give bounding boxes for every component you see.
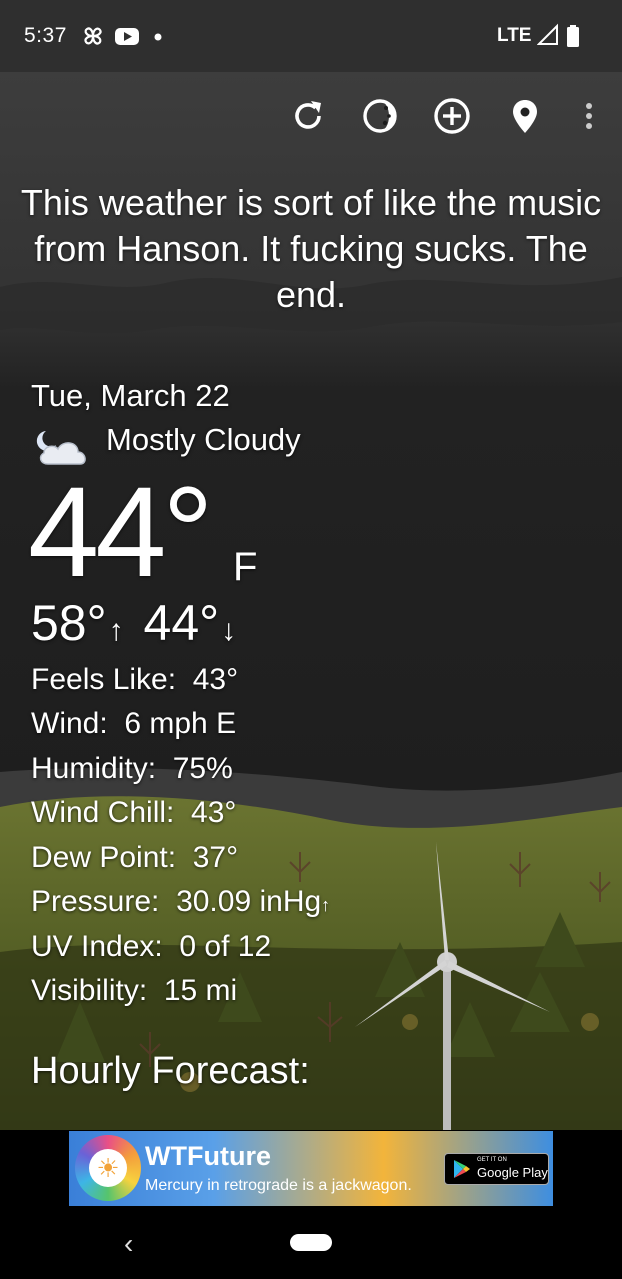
notification-dot-icon xyxy=(154,33,162,41)
back-button[interactable]: ‹ xyxy=(124,1228,133,1260)
ad-banner[interactable]: ☀ WTFuture Mercury in retrograde is a ja… xyxy=(69,1131,553,1206)
down-arrow-icon: ↓ xyxy=(221,614,237,647)
store-badge-small: GET IT ON xyxy=(477,1157,507,1163)
refresh-button[interactable] xyxy=(286,94,330,138)
status-bar: 5:37 LTE xyxy=(0,0,622,72)
home-pill-button[interactable] xyxy=(290,1234,332,1251)
pinwheel-icon xyxy=(84,27,102,45)
ad-app-logo: ☀ xyxy=(75,1135,141,1201)
location-button[interactable] xyxy=(503,94,547,138)
detail-wind-chill: Wind Chill: 43° xyxy=(31,796,237,829)
detail-pressure: Pressure: 30.09 inHg↑ xyxy=(31,885,331,918)
ad-title: WTFuture xyxy=(145,1141,271,1171)
status-time: 5:37 xyxy=(24,24,67,47)
location-pin-icon xyxy=(513,100,537,133)
google-play-button[interactable]: GET IT ON Google Play xyxy=(444,1153,549,1185)
current-temperature: 44° xyxy=(28,461,214,604)
pressure-rising-icon: ↑ xyxy=(321,895,331,915)
up-arrow-icon: ↑ xyxy=(108,614,124,647)
detail-dew-point: Dew Point: 37° xyxy=(31,841,239,874)
ad-subtitle: Mercury in retrograde is a jackwagon. xyxy=(145,1177,412,1194)
google-play-icon xyxy=(454,1160,470,1178)
more-options-button[interactable] xyxy=(567,94,611,138)
detail-visibility: Visibility: 15 mi xyxy=(31,974,238,1007)
detail-uv-index: UV Index: 0 of 12 xyxy=(31,930,272,963)
battery-icon xyxy=(567,25,579,47)
theme-icon xyxy=(363,99,397,133)
high-low-temperature: 58°↑ 44°↓ xyxy=(31,594,236,652)
detail-feels-like: Feels Like: 43° xyxy=(31,663,239,696)
add-location-button[interactable] xyxy=(430,94,474,138)
weather-headline: This weather is sort of like the music f… xyxy=(20,182,602,315)
signal-icon xyxy=(537,23,558,45)
temperature-unit: F xyxy=(233,545,258,589)
hourly-forecast-heading: Hourly Forecast: xyxy=(31,1050,310,1092)
detail-humidity: Humidity: 75% xyxy=(31,752,233,785)
low-temperature: 44° xyxy=(143,595,220,651)
sun-icon: ☀ xyxy=(89,1149,127,1187)
detail-wind: Wind: 6 mph E xyxy=(31,707,237,740)
high-temperature: 58° xyxy=(31,595,107,651)
condition-text: Mostly Cloudy xyxy=(106,422,301,457)
forecast-date: Tue, March 22 xyxy=(31,378,230,413)
youtube-icon xyxy=(115,28,139,45)
refresh-icon xyxy=(295,101,321,129)
back-chevron-icon: ‹ xyxy=(124,1228,134,1259)
navigation-bar: ‹ xyxy=(0,1210,622,1279)
network-type: LTE xyxy=(497,25,532,46)
more-options-icon xyxy=(586,103,592,129)
screen: 5:37 LTE This weather is sort of like th… xyxy=(0,0,622,1279)
store-badge-big: Google Play xyxy=(477,1165,548,1180)
theme-button[interactable] xyxy=(358,94,402,138)
add-location-icon xyxy=(434,98,470,134)
